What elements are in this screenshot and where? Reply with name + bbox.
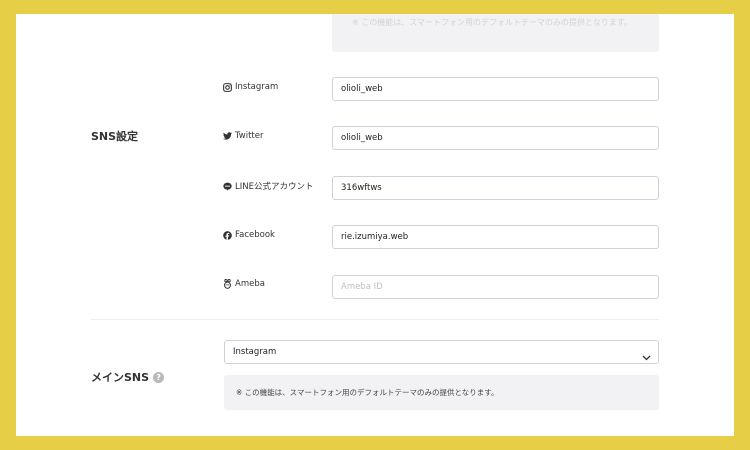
line-label: LINE公式アカウント (223, 180, 313, 192)
ameba-label: Ameba (223, 279, 265, 289)
main-sns-title-text: メインSNS (91, 371, 150, 384)
instagram-label: Instagram (223, 82, 278, 92)
main-sns-select[interactable]: Instagram (224, 340, 659, 364)
section-divider (91, 319, 659, 320)
twitter-label-text: Twitter (235, 131, 264, 141)
twitter-input[interactable]: olioli_web (332, 126, 659, 150)
instagram-label-text: Instagram (235, 82, 279, 92)
line-label-text: LINE公式アカウント (235, 182, 314, 192)
top-note-text: ※ この機能は、スマートフォン用のデフォルトテーマのみの提供となります。 (352, 18, 632, 27)
main-sns-selected-value: Instagram (233, 347, 277, 357)
main-sns-title: メインSNS ? (91, 369, 165, 385)
facebook-input[interactable]: rie.izumiya.web (332, 225, 659, 249)
twitter-icon (223, 132, 232, 140)
main-sns-notice: ※ この機能は、スマートフォン用のデフォルトテーマのみの提供となります。 (224, 375, 659, 410)
twitter-label: Twitter (223, 131, 264, 141)
facebook-label-text: Facebook (235, 230, 275, 240)
line-input[interactable]: 316wftws (332, 176, 659, 200)
instagram-icon (223, 82, 232, 92)
ameba-label-text: Ameba (235, 279, 265, 289)
ameba-input[interactable]: Ameba ID (332, 275, 659, 299)
top-note-partial: ※ この機能は、スマートフォン用のデフォルトテーマのみの提供となります。 (332, 14, 659, 52)
facebook-label: Facebook (223, 230, 275, 240)
help-icon[interactable]: ? (153, 371, 165, 383)
line-icon (223, 182, 232, 191)
ameba-icon (223, 279, 232, 289)
facebook-icon (223, 230, 232, 240)
sns-settings-title: SNS設定 (91, 130, 139, 143)
settings-panel: ※ この機能は、スマートフォン用のデフォルトテーマのみの提供となります。 SNS… (16, 14, 734, 436)
chevron-down-icon (642, 348, 651, 370)
instagram-input[interactable]: olioli_web (332, 77, 659, 101)
